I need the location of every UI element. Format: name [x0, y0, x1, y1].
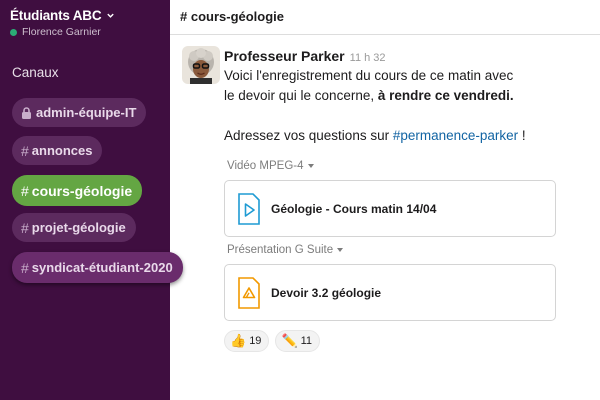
message-bold-text: à rendre ce vendredi.	[377, 88, 514, 103]
file-card-video[interactable]: Géologie - Cours matin 14/04	[224, 180, 556, 237]
message-line: Adressez vos questions sur	[224, 128, 393, 143]
channel-label: cours-géologie	[31, 182, 133, 199]
reactions-bar: 👍 19 ✏️ 11	[224, 330, 321, 352]
lock-icon	[22, 106, 31, 119]
caret-down-icon	[307, 164, 314, 168]
workspace-header[interactable]: Étudiants ABC Florence Garnier	[10, 8, 165, 38]
reaction-count: 11	[300, 335, 313, 347]
reaction-pencil[interactable]: ✏️ 11	[275, 330, 321, 352]
sidebar-item-projet-geologie[interactable]: # projet-géologie	[12, 213, 136, 242]
reaction-thumbs-up[interactable]: 👍 19	[224, 330, 270, 352]
channel-link[interactable]: #permanence-parker	[393, 128, 518, 143]
file-name: Géologie - Cours matin 14/04	[271, 201, 437, 216]
workspace-name[interactable]: Étudiants ABC	[10, 8, 102, 23]
attachment-type-label[interactable]: Vidéo MPEG-4	[227, 160, 314, 172]
file-card-presentation[interactable]: Devoir 3.2 géologie	[224, 264, 556, 321]
message-author[interactable]: Professeur Parker	[224, 48, 345, 64]
attachment-type-text: Vidéo MPEG-4	[227, 160, 304, 172]
avatar[interactable]	[182, 46, 220, 84]
hash-icon: #	[21, 219, 29, 236]
sidebar-item-cours-geologie[interactable]: # cours-géologie	[12, 175, 143, 206]
message-timestamp[interactable]: 11 h 32	[350, 52, 386, 64]
channel-label: syndicat-étudiant-2020	[31, 260, 173, 275]
message: Professeur Parker 11 h 32 Voici l'enregi…	[224, 48, 594, 146]
pencil-icon: ✏️	[281, 333, 298, 349]
channel-header-title[interactable]: # cours-géologie	[170, 0, 600, 35]
message-line: Voici l'enregistrement du cours de ce ma…	[224, 68, 514, 83]
message-body: Voici l'enregistrement du cours de ce ma…	[224, 66, 594, 146]
sidebar-item-annonces[interactable]: # annonces	[12, 136, 103, 165]
reaction-count: 19	[249, 335, 262, 347]
chevron-down-icon[interactable]	[106, 11, 115, 20]
presence-indicator	[10, 28, 17, 36]
slides-file-icon	[238, 276, 260, 309]
file-name: Devoir 3.2 géologie	[271, 285, 382, 300]
video-play-icon	[238, 192, 260, 225]
attachment-type-text: Présentation G Suite	[227, 244, 334, 256]
channels-section-title[interactable]: Canaux	[12, 65, 59, 80]
message-line: le devoir qui le concerne,	[224, 88, 378, 103]
message-pane: # cours-géologie Professeur Parker 11 h …	[170, 0, 600, 400]
sidebar-item-admin-equipe-it[interactable]: admin-équipe-IT	[12, 98, 147, 127]
sidebar: Étudiants ABC Florence Garnier Canaux ad…	[0, 0, 170, 400]
channel-label: admin-équipe-IT	[36, 105, 137, 120]
attachment-type-label[interactable]: Présentation G Suite	[227, 244, 344, 256]
current-user-name: Florence Garnier	[22, 26, 101, 38]
channel-label: projet-géologie	[31, 220, 126, 235]
caret-down-icon	[337, 248, 344, 252]
channel-label: annonces	[31, 143, 93, 158]
professor-avatar-image	[182, 46, 220, 84]
thumbs-up-icon: 👍	[230, 333, 247, 349]
sidebar-item-syndicat-etudiant-2020[interactable]: # syndicat-étudiant-2020	[12, 252, 183, 283]
hash-icon: #	[21, 259, 29, 276]
message-line: !	[518, 128, 526, 143]
hash-icon: #	[21, 142, 29, 159]
hash-icon: #	[21, 182, 29, 199]
